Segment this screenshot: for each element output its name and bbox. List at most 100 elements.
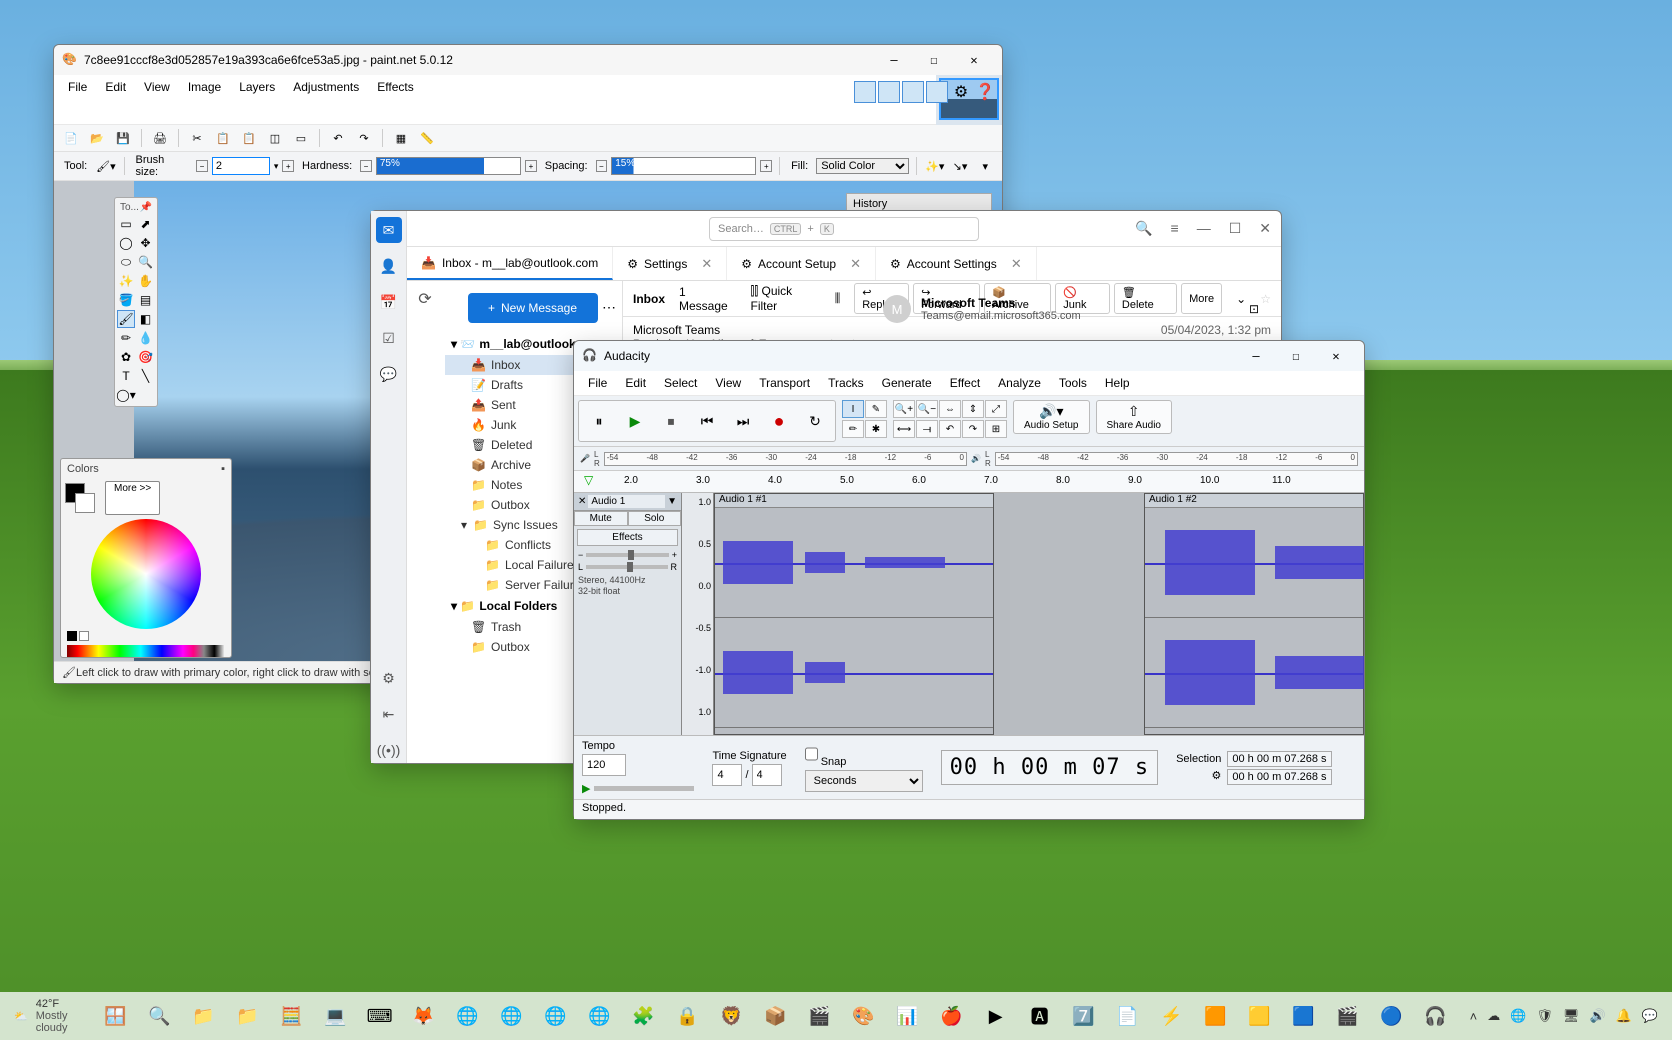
record-meter-icon[interactable]: 🎤 xyxy=(580,454,590,463)
pencil-tool[interactable]: ✏ xyxy=(117,329,135,347)
taskbar-app-9[interactable]: 🌐 xyxy=(492,996,532,1036)
tab-inbox-m-lab-outlook-com[interactable]: 📥 Inbox - m__lab@outlook.com xyxy=(407,247,613,280)
menu-select[interactable]: Select xyxy=(656,373,705,393)
skip-end-button[interactable]: ⏭ xyxy=(726,404,760,438)
skip-start-button[interactable]: ⏮ xyxy=(690,404,724,438)
record-meter[interactable]: -54-48-42-36-30-24-18-12-60 xyxy=(604,452,967,466)
play-meter-icon[interactable]: 🔊 xyxy=(971,454,981,463)
tab-close-icon[interactable]: ✕ xyxy=(701,256,712,272)
menu-edit[interactable]: Edit xyxy=(617,373,654,393)
rect-select-tool[interactable]: ▭ xyxy=(117,215,135,233)
hardness-decrement[interactable]: − xyxy=(360,160,372,172)
track-menu-caret[interactable]: ▼ xyxy=(667,496,677,507)
taskbar-app-23[interactable]: 📄 xyxy=(1108,996,1148,1036)
new-message-button[interactable]: + New Message xyxy=(468,293,598,323)
playhead-marker[interactable]: ▽ xyxy=(584,473,593,487)
blend-icon[interactable]: ↘▾ xyxy=(949,155,970,177)
taskbar-app-29[interactable]: 🔵 xyxy=(1372,996,1412,1036)
play-button[interactable]: ▶ xyxy=(618,404,652,438)
cut-icon[interactable]: ✂ xyxy=(186,127,208,149)
taskbar-app-22[interactable]: 7️⃣ xyxy=(1064,996,1104,1036)
zoom-toggle-icon[interactable]: ⤢ xyxy=(985,400,1007,418)
trim-icon[interactable]: ⟷ xyxy=(893,420,915,438)
selection-start[interactable]: 00 h 00 m 07.268 s xyxy=(1227,751,1331,767)
close-button[interactable]: ✕ xyxy=(1316,342,1356,370)
taskbar-app-15[interactable]: 📦 xyxy=(756,996,796,1036)
brush-increment[interactable]: + xyxy=(282,160,294,172)
spacing-value[interactable]: 15% xyxy=(615,158,635,169)
black-swatch[interactable] xyxy=(67,631,77,641)
copy-icon[interactable]: 📋 xyxy=(212,127,234,149)
pause-button[interactable]: ⏸ xyxy=(582,404,616,438)
picker-tool[interactable]: 💧 xyxy=(137,329,155,347)
share-audio-button[interactable]: ⇧Share Audio xyxy=(1096,400,1173,434)
weather-widget[interactable]: ⛅ 42°FMostly cloudy xyxy=(0,998,96,1034)
hardness-value[interactable]: 75% xyxy=(380,158,400,169)
stop-button[interactable]: ⏹ xyxy=(654,404,688,438)
menu-file[interactable]: File xyxy=(580,373,615,393)
primary-secondary-swatch[interactable] xyxy=(65,483,95,513)
language-icon[interactable]: 🌐 xyxy=(1510,1008,1526,1024)
redo-icon[interactable]: ↷ xyxy=(353,127,375,149)
zoom-tool[interactable]: 🔍 xyxy=(137,253,155,271)
open-icon[interactable]: 📂 xyxy=(86,127,108,149)
redo-icon[interactable]: ↷ xyxy=(962,420,984,438)
spacing-decrement[interactable]: − xyxy=(596,160,608,172)
maximize-button[interactable]: ☐ xyxy=(1229,220,1242,237)
taskbar-app-30[interactable]: 🎧 xyxy=(1416,996,1456,1036)
taskbar-app-16[interactable]: 🎬 xyxy=(800,996,840,1036)
new-message-more-icon[interactable]: ⋯ xyxy=(602,299,616,316)
timeline-ruler[interactable]: ▽ 2.03.04.05.06.07.08.09.010.011.0 xyxy=(574,471,1364,493)
menu-tools[interactable]: Tools xyxy=(1051,373,1095,393)
selection-settings-icon[interactable]: ⚙ xyxy=(1211,769,1221,782)
time-sig-num[interactable] xyxy=(712,764,742,786)
menu-effect[interactable]: Effect xyxy=(942,373,988,393)
selection-end[interactable]: 00 h 00 m 07.268 s xyxy=(1227,769,1331,785)
time-sig-den[interactable] xyxy=(752,764,782,786)
menu-view[interactable]: View xyxy=(707,373,749,393)
taskbar-app-4[interactable]: 🧮 xyxy=(272,996,312,1036)
aa-icon[interactable]: ✨▾ xyxy=(924,155,945,177)
gradient-tool[interactable]: ▤ xyxy=(137,291,155,309)
fill-tool[interactable]: 🪣 xyxy=(117,291,135,309)
taskbar-app-7[interactable]: 🦊 xyxy=(404,996,444,1036)
pan-tool[interactable]: ✋ xyxy=(137,272,155,290)
taskbar-app-21[interactable]: 🅰 xyxy=(1020,996,1060,1036)
battery-icon[interactable]: 🔔 xyxy=(1616,1008,1632,1024)
eraser-tool[interactable]: ◧ xyxy=(137,310,155,328)
ruler-icon[interactable]: 📏 xyxy=(416,127,438,149)
brush-tool-icon[interactable]: 🖌▾ xyxy=(95,155,116,177)
global-search[interactable]: Search… CTRL+K xyxy=(709,217,979,241)
menu-transport[interactable]: Transport xyxy=(751,373,818,393)
help-icon[interactable]: ❓ xyxy=(974,81,996,103)
zoom-out-icon[interactable]: 🔍− xyxy=(916,400,938,418)
palette-strip[interactable] xyxy=(67,645,225,657)
snap-checkbox[interactable]: Snap xyxy=(805,743,923,768)
search-icon[interactable]: 🔍 xyxy=(1135,220,1152,237)
collapse-space-icon[interactable]: ⇤ xyxy=(376,701,402,727)
audio-clip-2[interactable]: Audio 1 #2 xyxy=(1144,493,1364,735)
shapes-tool[interactable]: ◯▾ xyxy=(117,386,135,404)
taskbar-app-11[interactable]: 🌐 xyxy=(580,996,620,1036)
waveform-area[interactable]: 1.00.50.0-0.5-1.01.0 Audio 1 #1 Audio 1 … xyxy=(682,493,1364,735)
colors-palette[interactable]: Colors▪ More >> xyxy=(60,458,232,658)
tray-overflow-icon[interactable]: ˄ xyxy=(1470,1009,1478,1024)
taskbar-app-25[interactable]: 🟧 xyxy=(1196,996,1236,1036)
taskbar-app-20[interactable]: ▶ xyxy=(976,996,1016,1036)
track-name[interactable]: Audio 1 xyxy=(588,495,665,508)
tab-close-icon[interactable]: ✕ xyxy=(850,256,861,272)
audacity-titlebar[interactable]: 🎧 Audacity — ☐ ✕ xyxy=(574,341,1364,371)
speed-slider[interactable] xyxy=(594,786,694,791)
play-at-speed-icon[interactable]: ▶ xyxy=(582,782,590,795)
menu-effects[interactable]: Effects xyxy=(369,77,421,122)
minimize-button[interactable]: — xyxy=(874,46,914,74)
maximize-button[interactable]: ☐ xyxy=(914,46,954,74)
taskbar-app-5[interactable]: 💻 xyxy=(316,996,356,1036)
move-tool[interactable]: ✥ xyxy=(137,234,155,252)
brush-size-input[interactable] xyxy=(212,157,270,175)
audio-clip-1[interactable]: Audio 1 #1 xyxy=(714,493,994,735)
print-icon[interactable]: 🖨 xyxy=(149,127,171,149)
taskbar-app-19[interactable]: 🍎 xyxy=(932,996,972,1036)
hardness-increment[interactable]: + xyxy=(525,160,537,172)
deselect-icon[interactable]: ▭ xyxy=(290,127,312,149)
